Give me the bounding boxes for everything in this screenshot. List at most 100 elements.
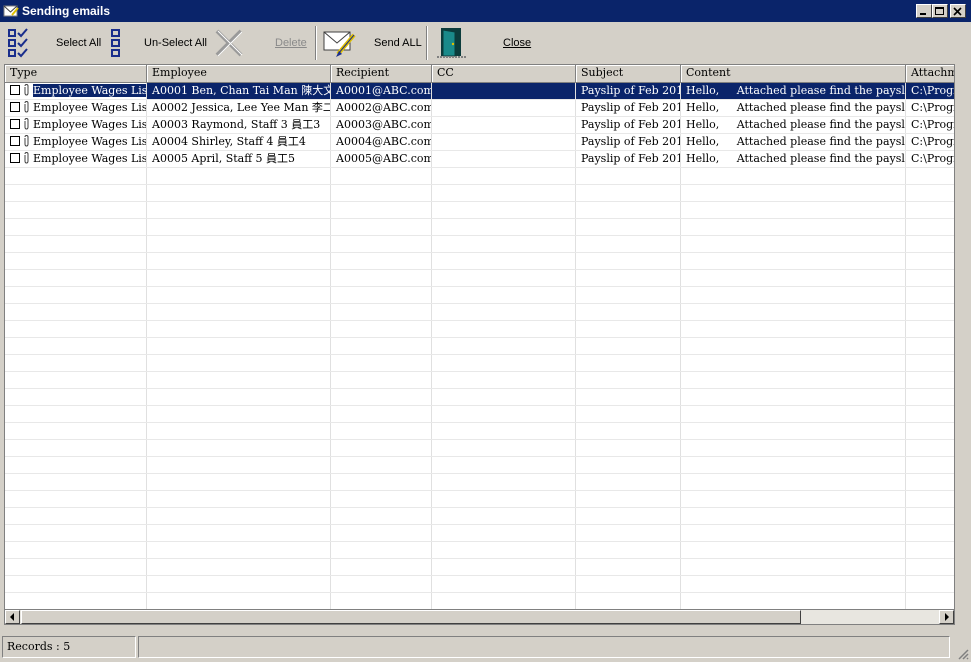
empty-row <box>5 406 954 423</box>
empty-row <box>5 253 954 270</box>
paperclip-icon <box>24 152 29 164</box>
delete-x-icon <box>215 29 243 57</box>
recipient-cell: A0005@ABC.com <box>331 151 432 167</box>
content-cell: Hello, Attached please find the payslip … <box>681 83 906 99</box>
empty-row <box>5 168 954 185</box>
employee-cell: A0003 Raymond, Staff 3 員工3 <box>147 117 331 133</box>
checklist-icon <box>8 28 28 58</box>
subject-cell: Payslip of Feb 2016 <box>576 151 681 167</box>
subject-cell: Payslip of Feb 2016 <box>576 83 681 99</box>
resize-grip-icon[interactable] <box>957 648 969 660</box>
empty-row <box>5 559 954 576</box>
empty-row <box>5 236 954 253</box>
paperclip-icon <box>24 101 29 113</box>
empty-row <box>5 270 954 287</box>
column-header-recipient[interactable]: Recipient <box>331 65 432 82</box>
table-row[interactable]: Employee Wages List A0004 Shirley, Staff… <box>5 134 954 151</box>
status-message <box>138 636 950 658</box>
type-cell: Employee Wages List <box>5 83 147 99</box>
content-cell: Hello, Attached please find the payslip … <box>681 100 906 116</box>
column-header-employee[interactable]: Employee <box>147 65 331 82</box>
empty-row <box>5 185 954 202</box>
title-bar: Sending emails <box>0 0 971 22</box>
content-cell: Hello, Attached please find the payslip … <box>681 151 906 167</box>
table-row[interactable]: Employee Wages List A0002 Jessica, Lee Y… <box>5 100 954 117</box>
table-row[interactable]: Employee Wages List A0005 April, Staff 5… <box>5 151 954 168</box>
send-all-button[interactable]: Send ALL <box>322 23 422 63</box>
employee-cell: A0002 Jessica, Lee Yee Man 李二汶 <box>147 100 331 116</box>
empty-row <box>5 355 954 372</box>
toolbar-separator <box>315 26 317 60</box>
type-text: Employee Wages List <box>33 118 147 131</box>
empty-row <box>5 372 954 389</box>
status-bar: Records : 5 <box>0 634 971 662</box>
scroll-thumb[interactable] <box>21 610 801 624</box>
row-checkbox[interactable] <box>10 153 20 163</box>
attachment-cell: C:\Progra <box>906 100 954 116</box>
paperclip-icon <box>24 118 29 130</box>
column-header-cc[interactable]: CC <box>432 65 576 82</box>
close-x-icon <box>953 7 962 16</box>
attachment-cell: C:\Progra <box>906 134 954 150</box>
row-checkbox[interactable] <box>10 119 20 129</box>
employee-cell: A0004 Shirley, Staff 4 員工4 <box>147 134 331 150</box>
unselect-all-button[interactable]: Un-Select All <box>110 23 207 63</box>
unchecked-list-icon <box>111 29 120 57</box>
cc-cell <box>432 151 576 167</box>
toolbar-separator <box>426 26 428 60</box>
mail-window-icon <box>3 5 19 17</box>
select-all-label: Select All <box>56 37 102 49</box>
close-window-button[interactable] <box>950 4 966 18</box>
delete-label: Delete <box>275 37 307 49</box>
select-all-button[interactable]: Select All <box>8 23 101 63</box>
maximize-button[interactable] <box>932 4 948 18</box>
window-title: Sending emails <box>22 4 111 18</box>
type-cell: Employee Wages List <box>5 134 147 150</box>
empty-row <box>5 491 954 508</box>
recipient-cell: A0003@ABC.com <box>331 117 432 133</box>
sending-emails-window: Sending emails Select All Un-Select All … <box>0 0 971 662</box>
recipient-cell: A0004@ABC.com <box>331 134 432 150</box>
empty-row <box>5 474 954 491</box>
scroll-left-button[interactable] <box>5 610 20 624</box>
column-header-subject[interactable]: Subject <box>576 65 681 82</box>
unselect-all-label: Un-Select All <box>144 37 207 49</box>
recipient-cell: A0002@ABC.com <box>331 100 432 116</box>
arrow-right-icon <box>945 613 949 621</box>
cc-cell <box>432 117 576 133</box>
empty-row <box>5 440 954 457</box>
empty-row <box>5 542 954 559</box>
table-row[interactable]: Employee Wages List A0003 Raymond, Staff… <box>5 117 954 134</box>
send-all-label: Send ALL <box>374 37 422 49</box>
empty-row <box>5 457 954 474</box>
content-cell: Hello, Attached please find the payslip … <box>681 134 906 150</box>
column-header-type[interactable]: Type <box>5 65 147 82</box>
close-button[interactable]: Close <box>435 23 531 63</box>
scroll-right-button[interactable] <box>939 610 954 624</box>
empty-row <box>5 423 954 440</box>
row-checkbox[interactable] <box>10 102 20 112</box>
horizontal-scrollbar[interactable] <box>4 609 955 625</box>
table-row[interactable]: Employee Wages List A0001 Ben, Chan Tai … <box>5 83 954 100</box>
subject-cell: Payslip of Feb 2016 <box>576 134 681 150</box>
minimize-button[interactable] <box>916 4 932 18</box>
close-label: Close <box>503 37 532 49</box>
type-cell: Employee Wages List <box>5 151 147 167</box>
cc-cell <box>432 83 576 99</box>
type-cell: Employee Wages List <box>5 117 147 133</box>
column-header-content[interactable]: Content <box>681 65 906 82</box>
email-grid[interactable]: Type Employee Recipient CC Subject Conte… <box>4 64 955 610</box>
attachment-cell: C:\Progra <box>906 83 954 99</box>
row-checkbox[interactable] <box>10 136 20 146</box>
subject-cell: Payslip of Feb 2016 <box>576 100 681 116</box>
column-header-attachment[interactable]: Attachme <box>906 65 954 82</box>
empty-row <box>5 287 954 304</box>
delete-button[interactable]: Delete <box>214 23 307 63</box>
row-checkbox[interactable] <box>10 85 20 95</box>
attachment-cell: C:\Progra <box>906 117 954 133</box>
cc-cell <box>432 134 576 150</box>
empty-row <box>5 219 954 236</box>
cc-cell <box>432 100 576 116</box>
empty-row <box>5 576 954 593</box>
employee-cell: A0001 Ben, Chan Tai Man 陳大文 <box>147 83 331 99</box>
